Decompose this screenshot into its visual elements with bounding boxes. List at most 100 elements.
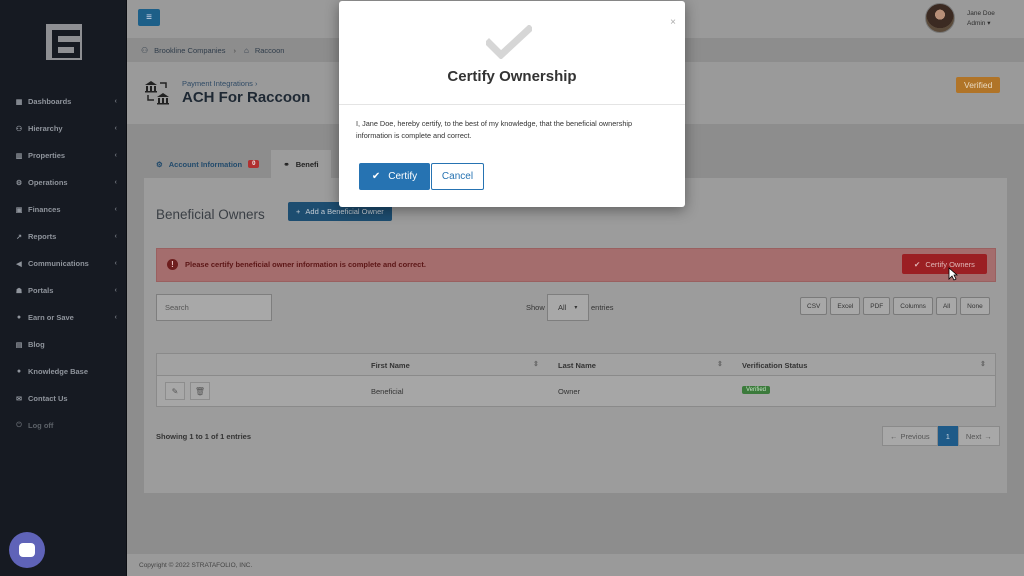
pdf-button[interactable]: PDF: [863, 297, 891, 315]
excel-button[interactable]: Excel: [830, 297, 861, 315]
stratafolio-logo[interactable]: [44, 22, 84, 62]
column-last-name[interactable]: Last Name: [558, 361, 596, 370]
close-icon[interactable]: ×: [670, 17, 676, 28]
finances-icon: ▣: [15, 206, 23, 214]
chevron-left-icon: ‹: [114, 206, 117, 213]
edit-button[interactable]: ✎: [165, 382, 185, 400]
search-input[interactable]: Search: [156, 294, 272, 321]
sidebar-item-portals[interactable]: ☗ Portals ‹: [0, 277, 127, 304]
sidebar-item-earn-or-save[interactable]: ● Earn or Save ‹: [0, 304, 127, 331]
entries-select[interactable]: All ▾: [547, 294, 589, 321]
sidebar-item-log-off[interactable]: ⏻ Log off: [0, 412, 127, 439]
sidebar-item-contact-us[interactable]: ✉ Contact Us: [0, 385, 127, 412]
breadcrumb-company[interactable]: Brookline Companies: [154, 46, 225, 55]
properties-icon: ▥: [15, 152, 23, 160]
sidebar-item-reports[interactable]: ↗ Reports ‹: [0, 223, 127, 250]
divider: [339, 104, 685, 105]
select-all-button[interactable]: All: [935, 297, 958, 315]
chevron-left-icon: ‹: [114, 314, 117, 321]
exclamation-icon: !: [167, 259, 178, 270]
hamburger-menu-button[interactable]: ≡: [138, 9, 160, 26]
previous-label: Previous: [900, 431, 930, 441]
tab-label: Benefi: [295, 159, 319, 169]
power-icon: ⏻: [16, 421, 22, 429]
table-info: Showing 1 to 1 of 1 entries: [156, 432, 252, 441]
delete-button[interactable]: 🗑: [190, 382, 210, 400]
previous-page-button[interactable]: ← Previous: [882, 426, 938, 446]
blog-icon: ▤: [15, 341, 23, 349]
beneficial-owners-table: First Name ⇕ Last Name ⇕ Verification St…: [156, 353, 996, 407]
avatar[interactable]: [925, 3, 955, 33]
export-buttons: CSV Excel PDF Columns All None: [800, 297, 990, 315]
hierarchy-icon: ⚇: [15, 125, 23, 133]
sidebar-item-finances[interactable]: ▣ Finances ‹: [0, 196, 127, 223]
user-name[interactable]: Jane Doe: [967, 10, 995, 17]
sidebar-item-label: Communications: [28, 259, 89, 268]
pagination: ← Previous 1 Next →: [882, 426, 1000, 446]
csv-button[interactable]: CSV: [800, 297, 828, 315]
breadcrumb-property[interactable]: Raccoon: [255, 46, 285, 55]
entries-select-value: All: [558, 303, 567, 312]
sidebar-item-label: Hierarchy: [28, 124, 63, 133]
sort-icon[interactable]: ⇕: [533, 360, 539, 368]
table-row: ✎ 🗑 Beneficial Owner Verified: [156, 376, 996, 407]
hamburger-icon: ≡: [146, 12, 152, 23]
envelope-icon: ✉: [16, 395, 22, 403]
sidebar-item-label: Reports: [28, 232, 57, 241]
chevron-left-icon: ‹: [114, 233, 117, 240]
check-icon: ✔: [371, 171, 381, 182]
column-first-name[interactable]: First Name: [371, 361, 410, 370]
sidebar-item-blog[interactable]: ▤ Blog: [0, 331, 127, 358]
sidebar-item-operations[interactable]: ⚙ Operations ‹: [0, 169, 127, 196]
page-subtitle[interactable]: Payment Integrations ›: [182, 79, 257, 88]
cancel-button[interactable]: Cancel: [431, 163, 484, 190]
tab-beneficial-owners[interactable]: ⚭ Benefi: [271, 150, 331, 178]
mouse-pointer-icon: [948, 267, 958, 281]
copyright-text: Copyright © 2022 STRATAFOLIO, INC.: [139, 561, 253, 569]
chevron-left-icon: ‹: [114, 98, 117, 105]
section-title: Beneficial Owners: [156, 207, 265, 222]
chat-bubble-icon: [19, 543, 35, 557]
cell-last-name: Owner: [558, 387, 581, 396]
arrow-left-icon: ←: [890, 431, 898, 441]
sidebar-item-label: Log off: [28, 421, 54, 430]
reports-icon: ↗: [16, 233, 22, 241]
sidebar-item-properties[interactable]: ▥ Properties ‹: [0, 142, 127, 169]
sidebar: ▦ Dashboards ‹ ⚇ Hierarchy ‹ ▥ Properties ‹ ⚙ O…: [0, 0, 127, 576]
table-header: First Name ⇕ Last Name ⇕ Verification St…: [156, 353, 996, 376]
sidebar-nav: ▦ Dashboards ‹ ⚇ Hierarchy ‹ ▥ Properties ‹ ⚙ O…: [0, 88, 127, 439]
bank-transfer-icon: [145, 81, 169, 105]
sidebar-item-communications[interactable]: ◀ Communications ‹: [0, 250, 127, 277]
page-1-button[interactable]: 1: [937, 426, 958, 446]
chat-launcher-button[interactable]: [9, 532, 45, 568]
user-role-dropdown[interactable]: Admin ▾: [967, 19, 991, 27]
megaphone-icon: ◀: [16, 260, 22, 268]
modal-title: Certify Ownership: [447, 68, 577, 85]
sidebar-item-label: Operations: [28, 178, 68, 187]
columns-button[interactable]: Columns: [893, 297, 933, 315]
gear-icon: ⚙: [156, 159, 163, 169]
certify-button[interactable]: ✔ Certify: [359, 163, 430, 190]
sidebar-item-knowledge-base[interactable]: ● Knowledge Base: [0, 358, 127, 385]
tab-badge: 0: [248, 160, 260, 168]
footer: Copyright © 2022 STRATAFOLIO, INC.: [127, 554, 1024, 576]
next-page-button[interactable]: Next →: [957, 426, 1000, 446]
sidebar-item-label: Portals: [28, 286, 54, 295]
sort-icon[interactable]: ⇕: [717, 360, 723, 368]
sidebar-item-hierarchy[interactable]: ⚇ Hierarchy ‹: [0, 115, 127, 142]
sidebar-item-label: Dashboards: [28, 97, 72, 106]
cell-first-name: Beneficial: [371, 387, 404, 396]
operations-icon: ⚙: [15, 179, 23, 187]
chevron-left-icon: ‹: [114, 287, 117, 294]
verified-badge: Verified: [742, 386, 771, 394]
sort-icon[interactable]: ⇕: [980, 360, 986, 368]
entries-label: entries: [591, 303, 614, 312]
beneficial-owners-panel: [144, 178, 1007, 493]
certify-owners-button[interactable]: ✔ Certify Owners: [902, 254, 987, 274]
trash-icon: 🗑: [194, 386, 206, 396]
sidebar-item-dashboards[interactable]: ▦ Dashboards ‹: [0, 88, 127, 115]
select-none-button[interactable]: None: [960, 297, 990, 315]
checkmark-icon: [486, 25, 532, 59]
column-verification-status[interactable]: Verification Status: [742, 361, 807, 370]
tab-account-information[interactable]: ⚙ Account Information 0: [144, 150, 271, 178]
